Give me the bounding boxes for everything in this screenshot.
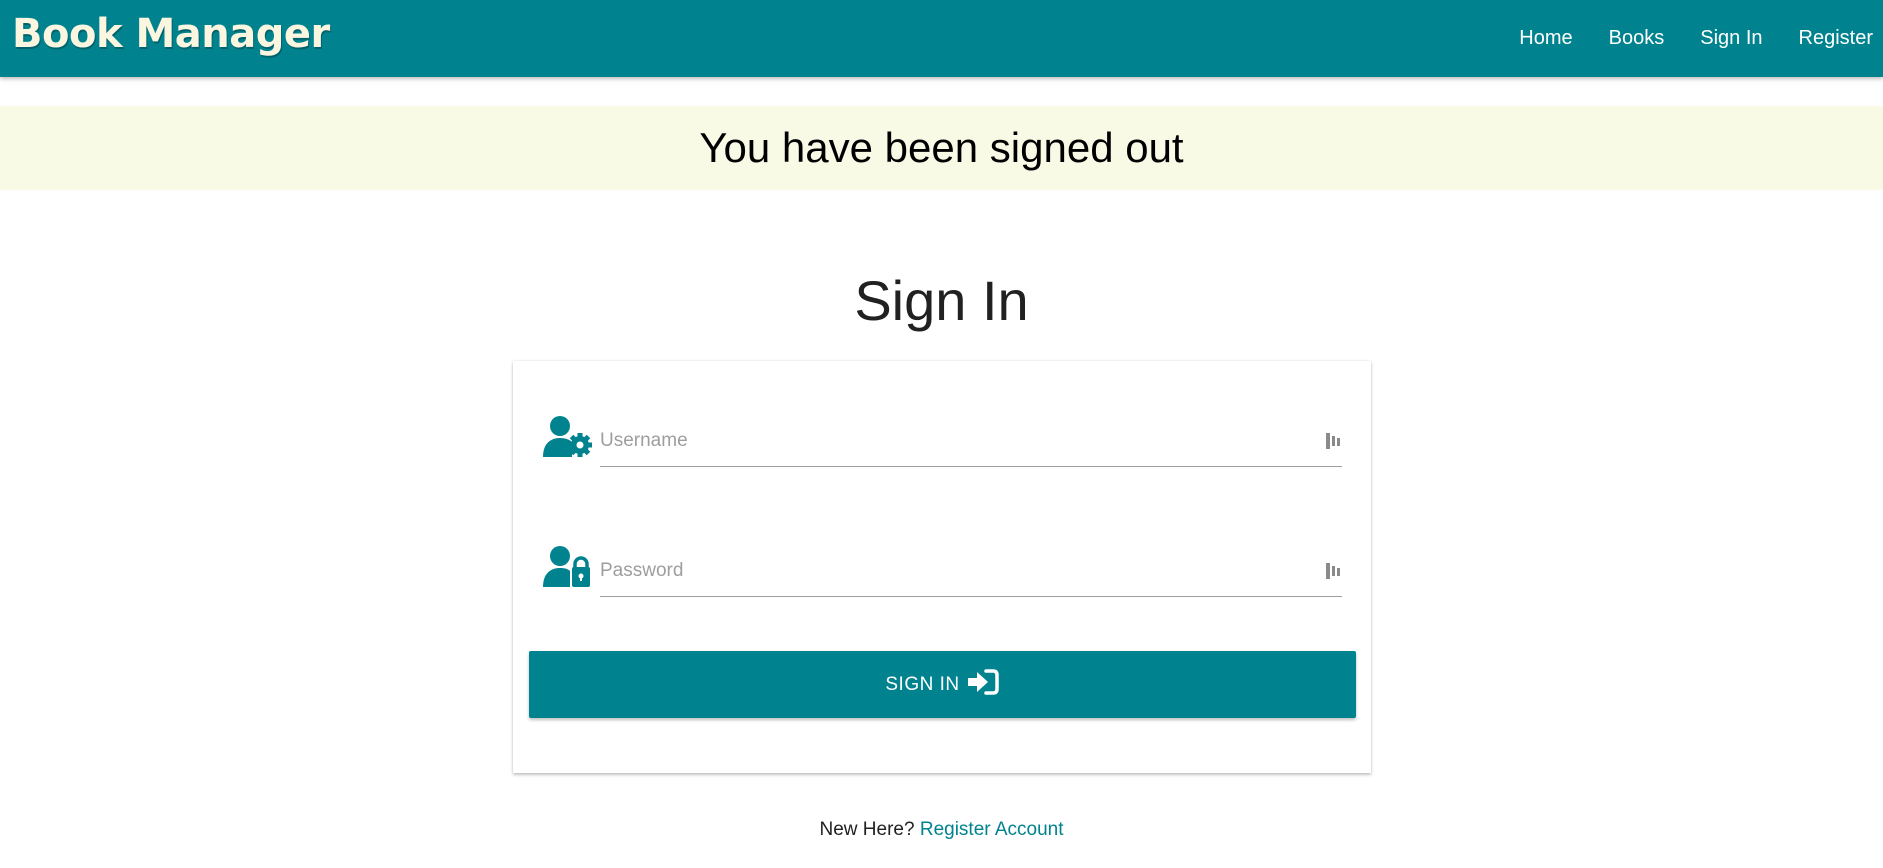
signed-out-flash-message: You have been signed out <box>0 106 1883 190</box>
sign-in-button[interactable]: SIGN IN <box>529 651 1356 718</box>
page-title: Sign In <box>854 269 1029 332</box>
sign-in-card: SIGN IN <box>513 361 1371 773</box>
username-input[interactable] <box>600 415 1342 467</box>
user-gear-icon <box>543 415 593 459</box>
nav-link-books[interactable]: Books <box>1591 0 1683 77</box>
username-field-row <box>543 415 1353 471</box>
register-account-link[interactable]: Register Account <box>920 819 1064 840</box>
password-input[interactable] <box>600 545 1342 597</box>
brand-logo[interactable]: Book Manager <box>12 11 330 57</box>
nav-link-register[interactable]: Register <box>1781 0 1883 77</box>
nav-links: Home Books Sign In Register <box>1501 0 1883 77</box>
new-here-text: New Here? <box>819 819 915 840</box>
password-manager-icon[interactable] <box>1325 432 1341 450</box>
sign-in-button-label: SIGN IN <box>885 673 960 695</box>
sign-in-arrow-icon <box>966 668 1000 702</box>
user-lock-icon <box>543 545 593 589</box>
navbar: Book Manager Home Books Sign In Register <box>0 0 1883 77</box>
nav-link-home[interactable]: Home <box>1501 0 1590 77</box>
register-prompt: New Here? Register Account <box>0 819 1883 841</box>
password-field-row <box>543 545 1353 601</box>
password-manager-icon[interactable] <box>1325 562 1341 580</box>
nav-link-sign-in[interactable]: Sign In <box>1682 0 1780 77</box>
